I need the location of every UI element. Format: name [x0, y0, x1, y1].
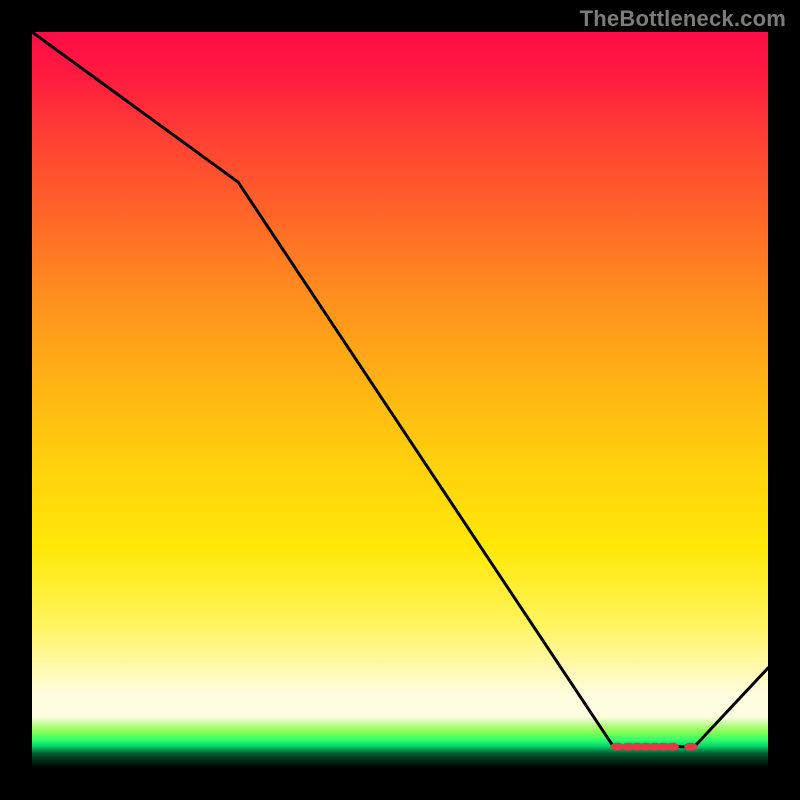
marker-point: [666, 743, 679, 751]
marker-group: [611, 743, 698, 751]
marker-point: [684, 743, 697, 751]
plot-area: [32, 32, 768, 768]
chart-svg: [32, 32, 768, 768]
marker-point: [611, 743, 624, 751]
series-line: [32, 32, 768, 747]
chart-container: TheBottleneck.com: [0, 0, 800, 800]
watermark-text: TheBottleneck.com: [580, 6, 786, 32]
